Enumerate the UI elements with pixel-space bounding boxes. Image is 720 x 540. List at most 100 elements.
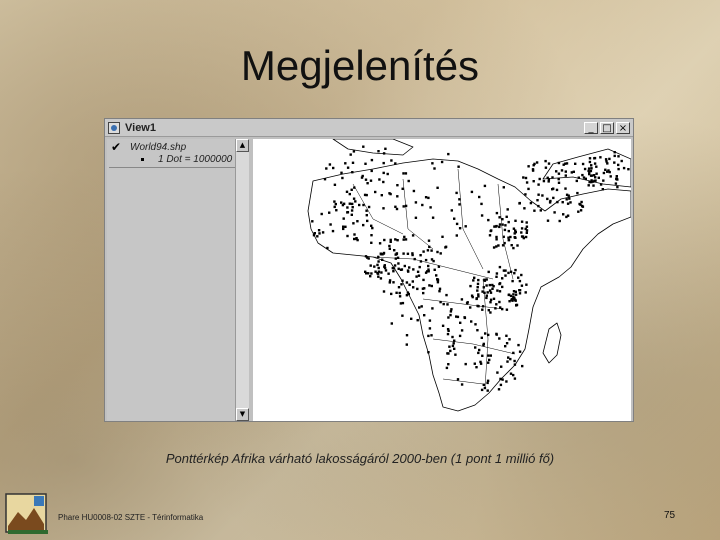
population-dot xyxy=(499,377,502,381)
population-dot xyxy=(505,334,508,337)
population-dot xyxy=(492,297,496,300)
maximize-button[interactable]: □ xyxy=(600,121,614,134)
population-dot xyxy=(561,201,564,204)
population-dot xyxy=(588,157,592,160)
population-dot xyxy=(518,279,522,283)
population-dot xyxy=(527,187,530,191)
population-dot xyxy=(342,217,345,220)
window-titlebar[interactable]: View1 _ □ × xyxy=(105,119,633,137)
population-dot xyxy=(328,163,332,166)
population-dot xyxy=(551,176,554,179)
legend-scrollbar[interactable]: ▲ ▼ xyxy=(235,139,249,421)
population-dot xyxy=(396,195,399,198)
population-dot xyxy=(595,172,598,175)
population-dot xyxy=(394,205,397,208)
population-dot xyxy=(590,167,593,170)
population-dot xyxy=(525,225,529,228)
population-dot xyxy=(399,302,403,305)
population-dot xyxy=(556,200,559,204)
population-dot xyxy=(487,270,490,274)
population-dot xyxy=(453,347,456,350)
population-dot xyxy=(416,287,419,291)
population-dot xyxy=(557,181,561,184)
population-dot xyxy=(495,333,498,336)
population-dot xyxy=(340,171,343,174)
population-dot xyxy=(524,291,527,294)
population-dot xyxy=(446,352,449,355)
population-dot xyxy=(481,305,485,308)
population-dot xyxy=(488,358,491,362)
layer-visibility-checkbox[interactable]: ✔ xyxy=(111,141,122,153)
population-dot xyxy=(520,273,523,277)
population-dot xyxy=(333,200,336,203)
population-dot xyxy=(494,307,497,310)
population-dot xyxy=(480,202,483,206)
population-dot xyxy=(441,324,445,327)
scroll-down-arrow-icon[interactable]: ▼ xyxy=(236,408,249,421)
population-dot xyxy=(502,186,505,189)
population-dot xyxy=(524,235,528,239)
population-dot xyxy=(370,158,374,162)
minimize-button[interactable]: _ xyxy=(584,121,598,134)
population-dot xyxy=(474,323,477,326)
population-dot xyxy=(507,238,511,242)
population-dot xyxy=(384,269,388,272)
population-dot xyxy=(408,283,411,286)
population-dot xyxy=(579,209,583,212)
population-dot xyxy=(394,238,397,241)
population-dot xyxy=(435,274,438,277)
population-dot xyxy=(382,171,385,175)
population-dot xyxy=(525,231,528,234)
view-window[interactable]: View1 _ □ × ✔ World94.shp 1 Dot = 100000… xyxy=(104,118,634,422)
population-dot xyxy=(447,329,450,332)
population-dot xyxy=(369,275,372,278)
population-dot xyxy=(367,205,371,209)
population-dot xyxy=(537,193,540,196)
population-dot xyxy=(321,231,325,234)
close-button[interactable]: × xyxy=(616,121,630,134)
population-dot xyxy=(396,256,400,259)
population-dot xyxy=(617,167,620,171)
population-dot xyxy=(388,281,391,284)
population-dot xyxy=(407,179,410,183)
population-dot xyxy=(581,205,585,208)
population-dot xyxy=(406,269,410,272)
population-dot xyxy=(346,234,349,238)
population-dot xyxy=(498,300,501,304)
population-dot xyxy=(340,201,343,204)
population-dot xyxy=(485,294,488,297)
population-dot xyxy=(353,237,356,241)
layer-row[interactable]: ✔ World94.shp xyxy=(111,141,187,153)
table-of-contents[interactable]: ✔ World94.shp 1 Dot = 1000000 xyxy=(107,139,236,421)
population-dot xyxy=(416,319,419,322)
population-dot xyxy=(453,217,456,220)
map-canvas[interactable] xyxy=(253,139,631,421)
population-dot xyxy=(594,176,597,179)
population-dot xyxy=(517,276,520,279)
population-dot xyxy=(480,214,484,217)
population-dot xyxy=(477,278,480,282)
population-dot xyxy=(374,190,377,194)
population-dot xyxy=(427,351,430,354)
population-dot xyxy=(488,283,491,287)
population-dot xyxy=(553,211,556,214)
population-dot xyxy=(487,354,490,357)
population-dot xyxy=(487,333,490,337)
population-dot xyxy=(546,219,550,222)
population-dot xyxy=(499,383,503,387)
population-dot xyxy=(565,198,568,201)
population-dot xyxy=(520,284,524,287)
population-dot xyxy=(527,165,530,168)
population-dot xyxy=(538,177,541,181)
population-dot xyxy=(535,161,539,164)
population-dot xyxy=(387,272,390,275)
layer-name: World94.shp xyxy=(130,142,187,153)
population-dot xyxy=(449,349,452,353)
population-dot xyxy=(396,239,399,242)
population-dot xyxy=(512,373,515,377)
population-dot xyxy=(351,202,354,206)
scroll-up-arrow-icon[interactable]: ▲ xyxy=(236,139,249,152)
population-dot xyxy=(512,246,515,250)
population-dot xyxy=(513,377,517,380)
population-dot xyxy=(428,284,431,287)
